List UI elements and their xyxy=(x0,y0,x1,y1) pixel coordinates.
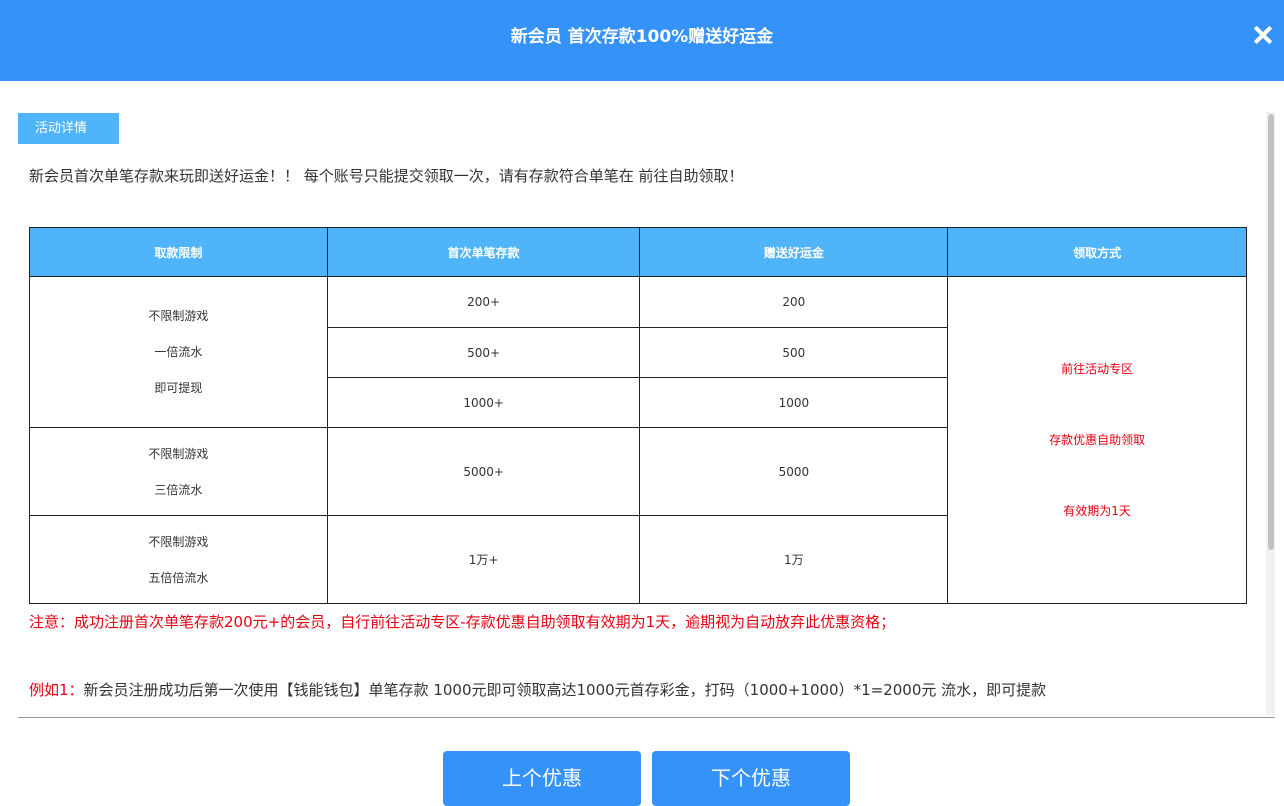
bonus-cell: 200 xyxy=(639,276,949,328)
example-label: 例如1： xyxy=(29,681,84,699)
footer-divider xyxy=(18,717,1275,718)
header-bonus: 赠送好运金 xyxy=(639,227,949,277)
table-row: 不限制游戏 一倍流水 即可提现 200+ 200 前往活动专区 存款优惠自助领取… xyxy=(29,276,1247,604)
dialog-header: 新会员 首次存款100%赠送好运金 xyxy=(0,0,1284,81)
example-body: 新会员注册成功后第一次使用【钱能钱包】单笔存款 1000元即可领取高达1000元… xyxy=(83,681,1047,699)
tab-activity-details: 活动详情 xyxy=(18,113,119,144)
limit-line: 三倍流水 xyxy=(154,482,203,497)
bonus-cell: 500 xyxy=(639,327,949,378)
promo-table: 取款限制 首次单笔存款 赠送好运金 领取方式 不限制游戏 一倍流水 即可提现 2… xyxy=(29,227,1247,604)
header-claim-method: 领取方式 xyxy=(947,227,1247,277)
method-line: 前往活动专区 xyxy=(1061,361,1134,376)
limit-cell: 不限制游戏 三倍流水 xyxy=(29,427,328,516)
notice-text: 注意：成功注册首次单笔存款200元+的会员，自行前往活动专区-存款优惠自助领取有… xyxy=(29,613,896,631)
header-first-deposit: 首次单笔存款 xyxy=(326,227,641,277)
next-promo-button[interactable]: 下个优惠 xyxy=(652,751,850,806)
close-icon[interactable] xyxy=(1248,20,1278,50)
scrollbar-thumb[interactable] xyxy=(1268,114,1274,550)
bonus-cell: 1000 xyxy=(639,377,949,428)
table-header-row: 取款限制 首次单笔存款 赠送好运金 领取方式 xyxy=(29,227,1247,277)
header-withdraw-limit: 取款限制 xyxy=(29,227,328,277)
prev-promo-button[interactable]: 上个优惠 xyxy=(443,751,641,806)
deposit-cell: 5000+ xyxy=(326,427,641,516)
limit-line: 即可提现 xyxy=(154,381,203,395)
claim-method-cell: 前往活动专区 存款优惠自助领取 有效期为1天 xyxy=(947,276,1247,604)
method-line: 存款优惠自助领取 xyxy=(1049,432,1146,447)
deposit-cell: 1000+ xyxy=(326,377,641,428)
bonus-cell: 1万 xyxy=(639,515,949,604)
limit-line: 不限制游戏 xyxy=(148,309,209,323)
limit-line: 五倍倍流水 xyxy=(148,570,209,585)
bonus-cell: 5000 xyxy=(639,427,949,516)
deposit-cell: 200+ xyxy=(326,276,641,328)
limit-cell: 不限制游戏 五倍倍流水 xyxy=(29,515,328,604)
dialog-title: 新会员 首次存款100%赠送好运金 xyxy=(510,27,774,47)
deposit-cell: 1万+ xyxy=(326,515,641,604)
limit-line: 不限制游戏 xyxy=(148,534,209,549)
intro-text: 新会员首次单笔存款来玩即送好运金！！ 每个账号只能提交领取一次，请有存款符合单笔… xyxy=(29,167,744,185)
dialog-content[interactable]: 活动详情 新会员首次单笔存款来玩即送好运金！！ 每个账号只能提交领取一次，请有存… xyxy=(18,81,1266,717)
deposit-cell: 500+ xyxy=(326,327,641,378)
example-text: 例如1：新会员注册成功后第一次使用【钱能钱包】单笔存款 1000元即可领取高达1… xyxy=(29,679,1046,700)
limit-line: 不限制游戏 xyxy=(148,446,209,461)
limit-line: 一倍流水 xyxy=(154,345,203,359)
limit-cell: 不限制游戏 一倍流水 即可提现 xyxy=(29,276,328,428)
method-line: 有效期为1天 xyxy=(1063,503,1131,518)
